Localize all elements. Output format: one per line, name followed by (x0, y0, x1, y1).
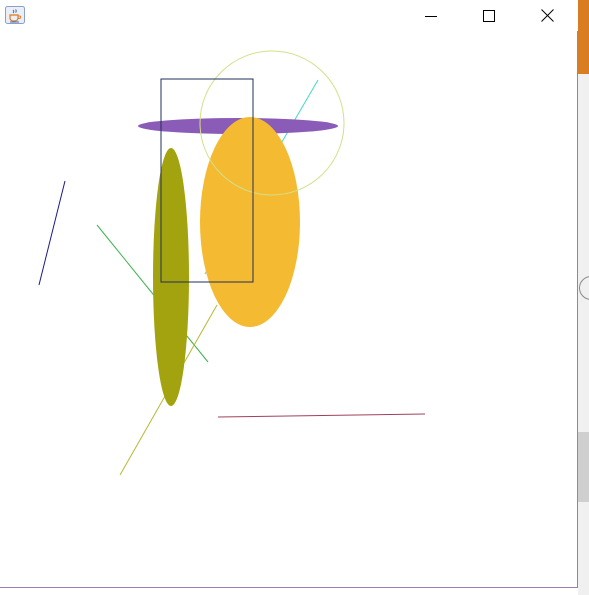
maximize-icon (483, 9, 495, 22)
navy-line (38, 180, 66, 286)
minimize-button[interactable] (408, 0, 454, 31)
close-icon (540, 9, 554, 22)
maximize-button[interactable] (466, 0, 512, 31)
olive-ellipse (153, 148, 189, 406)
java-coffee-cup-icon (5, 6, 25, 24)
title-bar[interactable] (0, 0, 578, 31)
background-gray-panel (578, 432, 589, 502)
app-window (0, 0, 578, 588)
background-orange-bar (578, 0, 589, 74)
orange-ellipse (200, 117, 300, 327)
minimize-icon (425, 15, 437, 17)
green-line (96, 224, 209, 363)
maroon-line (217, 413, 426, 418)
drawing-canvas (38, 50, 426, 476)
close-button[interactable] (524, 0, 570, 31)
